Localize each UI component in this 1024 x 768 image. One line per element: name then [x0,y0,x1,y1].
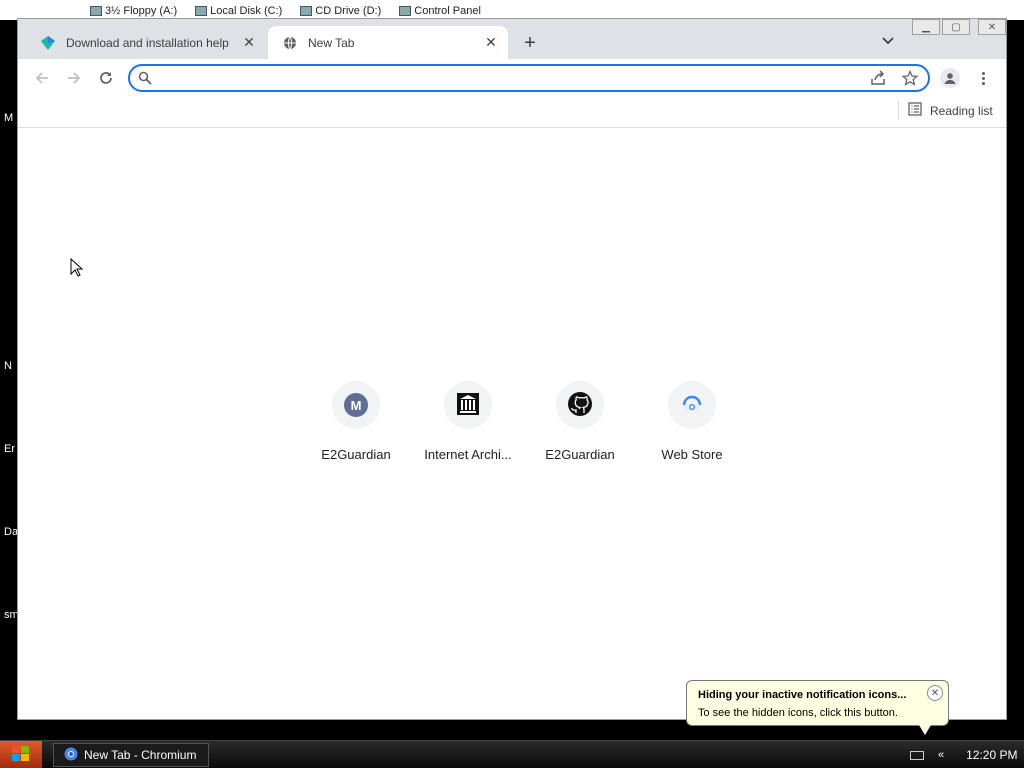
webstore-icon [681,393,703,418]
new-tab-page: M E2Guardian Internet Archi... E2Guardia… [18,129,1006,719]
globe-icon [282,35,298,51]
balloon-tail [919,725,931,735]
reading-list-button[interactable]: Reading list [908,102,993,119]
chevron-down-icon[interactable] [878,31,898,51]
tab-title: Download and installation help [66,35,229,50]
github-icon [567,391,593,420]
windows-logo-icon [11,745,31,766]
shortcut-grid: M E2Guardian Internet Archi... E2Guardia… [300,381,748,481]
reload-icon[interactable] [96,68,116,88]
drive-item-floppy[interactable]: 3½ Floppy (A:) [90,5,177,17]
shortcut-icon-wrap [556,381,604,429]
keyboard-icon[interactable] [910,750,924,760]
kebab-menu-icon[interactable] [976,68,990,88]
disk-icon [195,6,208,16]
desktop-left-strip: M N Er Da sm [0,20,19,740]
tab-title: New Tab [308,35,355,50]
forward-arrow-icon[interactable] [64,68,84,88]
start-button[interactable] [0,741,42,768]
new-tab-plus-icon[interactable]: + [518,31,542,55]
tray-expand-button[interactable]: « [938,749,944,761]
taskbar: New Tab - Chromium « 12:20 PM [0,740,1024,768]
divider [898,101,899,119]
reading-list-icon [908,102,922,119]
tab-strip: Download and installation help ✕ New Tab… [18,19,1006,59]
balloon-title: Hiding your inactive notification icons.… [698,689,907,701]
close-icon[interactable]: ✕ [482,34,500,52]
shortcut-icon-wrap: M [332,381,380,429]
clock[interactable]: 12:20 PM [966,748,1017,762]
taskbar-window-button[interactable]: New Tab - Chromium [53,743,209,767]
window-controls: ▁ ▢ ✕ [910,19,1006,35]
archive-building-icon [456,392,480,419]
desktop-top-strip: 3½ Floppy (A:) Local Disk (C:) CD Drive … [0,0,1024,20]
share-icon[interactable] [870,70,886,89]
colored-diamond-icon [40,35,56,51]
drive-list: 3½ Floppy (A:) Local Disk (C:) CD Drive … [90,5,481,17]
address-bar[interactable] [128,64,930,92]
profile-avatar-icon[interactable] [940,68,960,88]
shortcut-icon-wrap [444,381,492,429]
notification-balloon[interactable]: Hiding your inactive notification icons.… [686,680,949,735]
desktop-icon-label[interactable]: N [4,360,12,372]
search-icon [138,71,152,88]
drive-item-c[interactable]: Local Disk (C:) [195,5,282,17]
omnibox-input[interactable] [160,69,850,87]
shortcut-icon-wrap [668,381,716,429]
desktop-icon-label[interactable]: M [4,112,13,124]
browser-window: Download and installation help ✕ New Tab… [17,18,1007,720]
system-tray: « 12:20 PM [900,741,1024,768]
shortcut-tile[interactable]: M E2Guardian [300,381,412,481]
toolbar [18,59,1006,97]
m-letter-icon: M [344,393,368,417]
balloon-body: To see the hidden icons, click this butt… [698,707,898,719]
bookmarks-bar: Reading list [18,97,1006,128]
mouse-cursor-icon [70,257,84,281]
shortcut-tile[interactable]: E2Guardian [524,381,636,481]
floppy-icon [90,6,102,16]
tab-new-tab[interactable]: New Tab ✕ [268,26,508,59]
shortcut-tile[interactable]: Web Store [636,381,748,481]
shortcut-label: E2Guardian [321,447,391,462]
shortcut-label: Internet Archi... [424,447,512,462]
cd-icon [300,6,313,16]
star-icon[interactable] [901,69,919,89]
chromium-icon [64,747,78,764]
back-arrow-icon[interactable] [32,68,52,88]
tab-download-help[interactable]: Download and installation help ✕ [26,26,266,59]
close-window-icon[interactable]: ✕ [978,19,1006,35]
reading-list-label: Reading list [930,103,993,118]
close-icon[interactable]: ✕ [240,34,258,52]
maximize-icon[interactable]: ▢ [942,19,970,35]
desktop-right-strip [1006,20,1024,740]
desktop-icon-label[interactable]: Da [4,526,18,538]
shortcut-label: E2Guardian [545,447,615,462]
shortcut-tile[interactable]: Internet Archi... [412,381,524,481]
shortcut-label: Web Store [661,447,723,462]
close-icon[interactable]: ✕ [927,685,943,701]
taskbar-window-label: New Tab - Chromium [84,748,197,762]
drive-item-control-panel[interactable]: Control Panel [399,5,481,17]
drive-item-d[interactable]: CD Drive (D:) [300,5,381,17]
minimize-icon[interactable]: ▁ [912,19,940,35]
control-panel-icon [399,6,412,16]
desktop-icon-label[interactable]: Er [4,443,15,455]
